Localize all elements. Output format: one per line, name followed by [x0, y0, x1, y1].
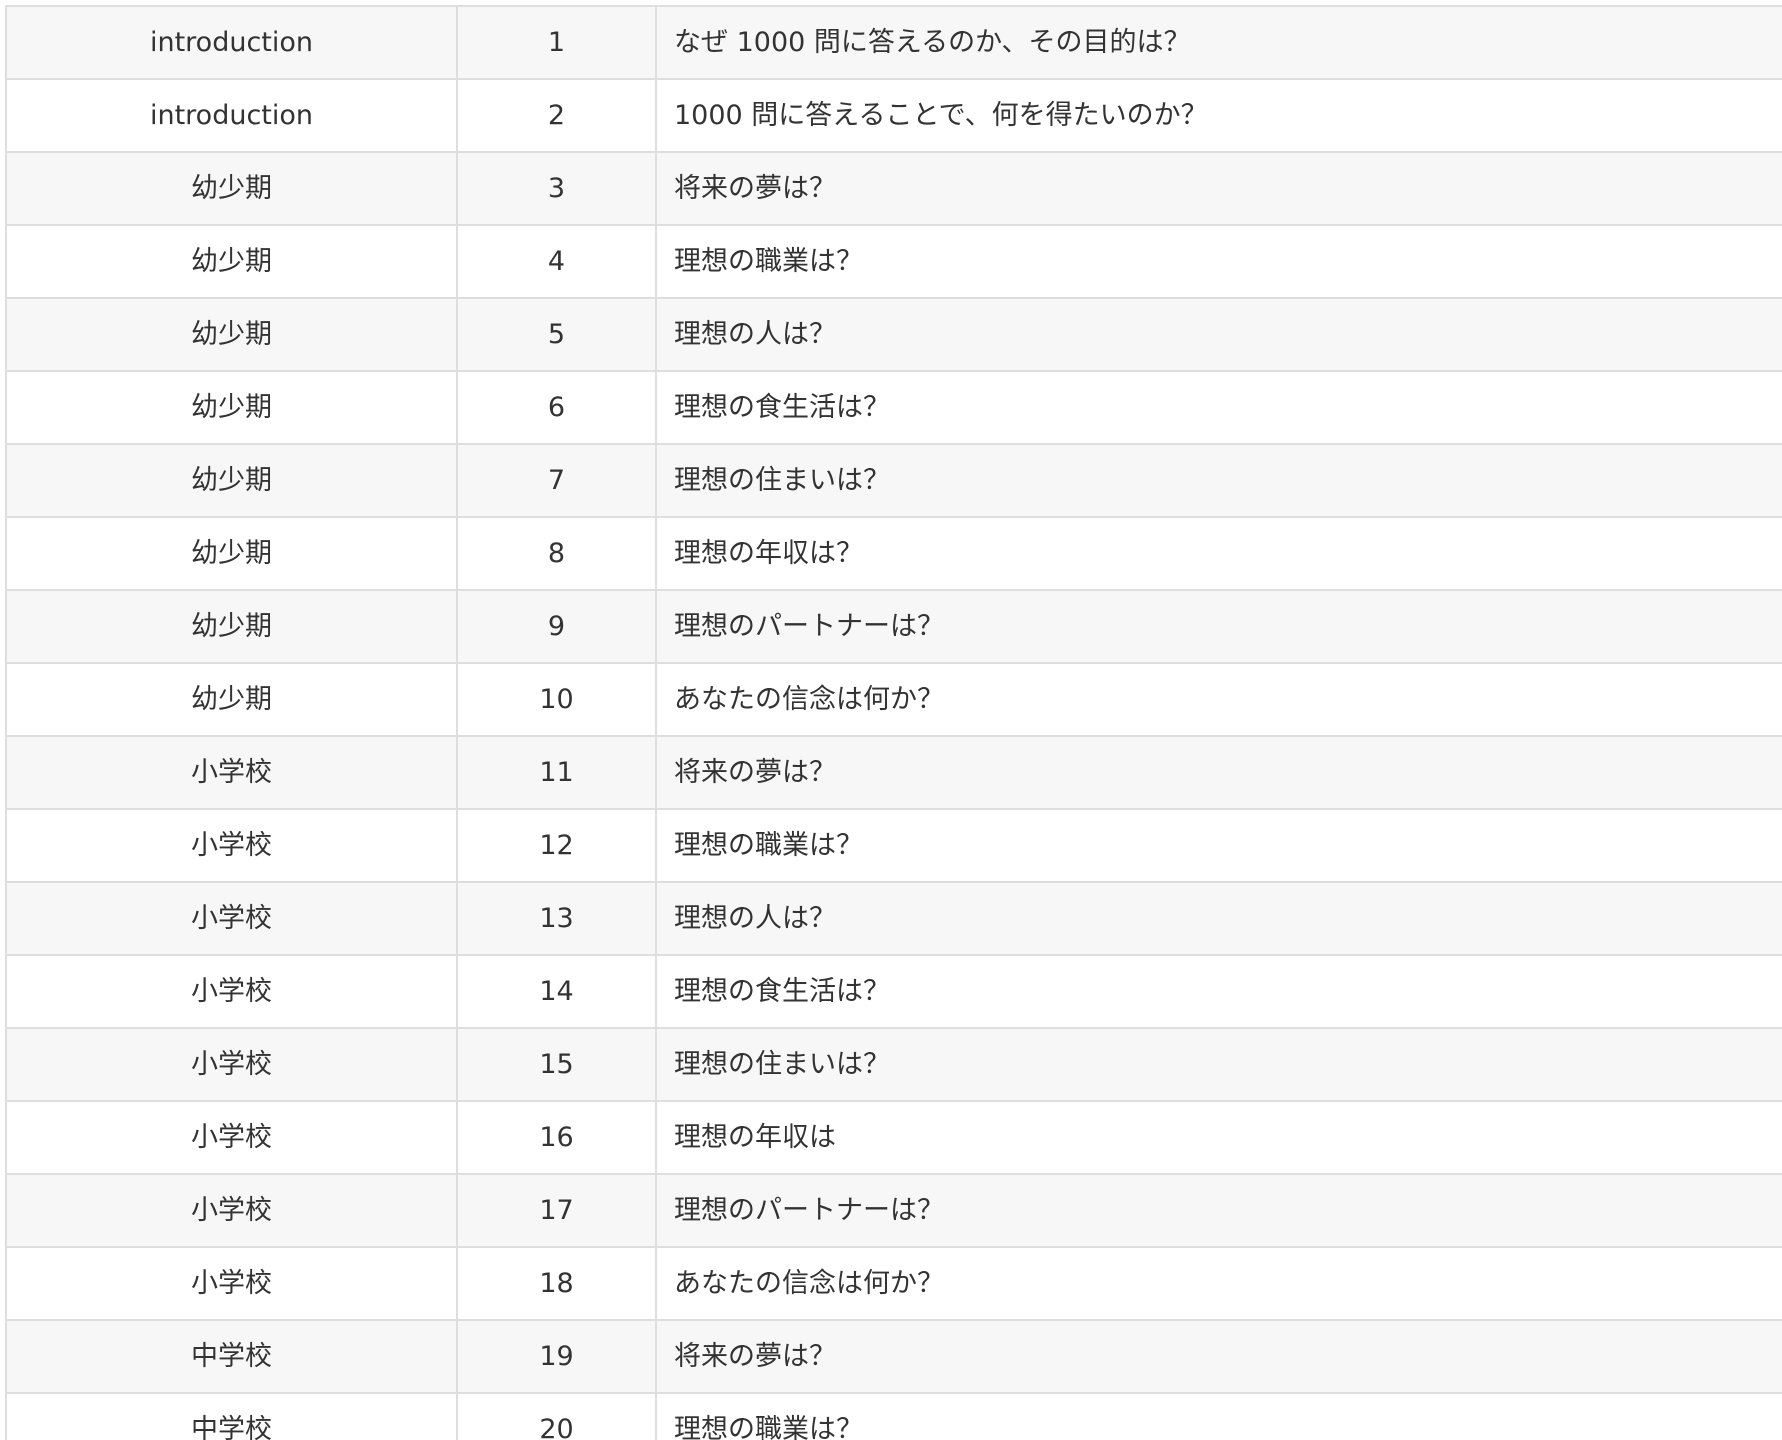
question-cell: 理想の職業は？ [655, 224, 1782, 299]
number-cell: 17 [456, 1173, 657, 1248]
table-row: 小学校 14 理想の食生活は？ [5, 954, 1782, 1029]
number-cell: 8 [456, 516, 657, 591]
question-cell: あなたの信念は何か？ [655, 662, 1782, 737]
number-cell: 2 [456, 78, 657, 153]
question-cell: なぜ 1000 問に答えるのか、その目的は？ [655, 5, 1782, 80]
category-cell: 小学校 [5, 1246, 458, 1321]
category-cell: 中学校 [5, 1319, 458, 1394]
question-cell: 将来の夢は？ [655, 151, 1782, 226]
number-cell: 15 [456, 1027, 657, 1102]
number-cell: 11 [456, 735, 657, 810]
table-row: 中学校 19 将来の夢は？ [5, 1319, 1782, 1394]
category-cell: 幼少期 [5, 151, 458, 226]
category-cell: 小学校 [5, 1173, 458, 1248]
question-cell: 理想の人は？ [655, 881, 1782, 956]
table-row: 幼少期 7 理想の住まいは？ [5, 443, 1782, 518]
category-cell: introduction [5, 78, 458, 153]
number-cell: 5 [456, 297, 657, 372]
table-row: 小学校 16 理想の年収は [5, 1100, 1782, 1175]
table-row: 小学校 18 あなたの信念は何か？ [5, 1246, 1782, 1321]
number-cell: 7 [456, 443, 657, 518]
table-row: 幼少期 8 理想の年収は？ [5, 516, 1782, 591]
number-cell: 9 [456, 589, 657, 664]
question-cell: 将来の夢は？ [655, 735, 1782, 810]
question-table: introduction 1 なぜ 1000 問に答えるのか、その目的は？ in… [5, 5, 1782, 1440]
number-cell: 10 [456, 662, 657, 737]
category-cell: 小学校 [5, 808, 458, 883]
number-cell: 14 [456, 954, 657, 1029]
question-cell: 将来の夢は？ [655, 1319, 1782, 1394]
table-row: 幼少期 6 理想の食生活は？ [5, 370, 1782, 445]
category-cell: 中学校 [5, 1392, 458, 1440]
table-row: introduction 2 1000 問に答えることで、何を得たいのか？ [5, 78, 1782, 153]
category-cell: 小学校 [5, 735, 458, 810]
category-cell: 幼少期 [5, 589, 458, 664]
number-cell: 3 [456, 151, 657, 226]
number-cell: 6 [456, 370, 657, 445]
number-cell: 1 [456, 5, 657, 80]
number-cell: 12 [456, 808, 657, 883]
category-cell: 小学校 [5, 1027, 458, 1102]
number-cell: 16 [456, 1100, 657, 1175]
table-row: 幼少期 4 理想の職業は？ [5, 224, 1782, 299]
number-cell: 4 [456, 224, 657, 299]
number-cell: 13 [456, 881, 657, 956]
table-row: 小学校 17 理想のパートナーは？ [5, 1173, 1782, 1248]
category-cell: 小学校 [5, 881, 458, 956]
page: introduction 1 なぜ 1000 問に答えるのか、その目的は？ in… [0, 0, 1782, 1440]
number-cell: 18 [456, 1246, 657, 1321]
question-cell: 理想のパートナーは？ [655, 589, 1782, 664]
question-cell: 理想の職業は？ [655, 808, 1782, 883]
question-cell: 理想の食生活は？ [655, 370, 1782, 445]
question-cell: 理想の年収は [655, 1100, 1782, 1175]
category-cell: 幼少期 [5, 443, 458, 518]
table-row: 小学校 13 理想の人は？ [5, 881, 1782, 956]
table-row: 小学校 12 理想の職業は？ [5, 808, 1782, 883]
category-cell: 幼少期 [5, 297, 458, 372]
category-cell: 幼少期 [5, 662, 458, 737]
category-cell: 幼少期 [5, 370, 458, 445]
category-cell: 幼少期 [5, 224, 458, 299]
table-row: 幼少期 5 理想の人は？ [5, 297, 1782, 372]
table-row: 幼少期 3 将来の夢は？ [5, 151, 1782, 226]
category-cell: introduction [5, 5, 458, 80]
question-cell: あなたの信念は何か？ [655, 1246, 1782, 1321]
question-cell: 理想の住まいは？ [655, 443, 1782, 518]
category-cell: 小学校 [5, 1100, 458, 1175]
table-row: 中学校 20 理想の職業は？ [5, 1392, 1782, 1440]
table-row: 小学校 15 理想の住まいは？ [5, 1027, 1782, 1102]
question-cell: 理想の人は？ [655, 297, 1782, 372]
question-cell: 理想のパートナーは？ [655, 1173, 1782, 1248]
category-cell: 小学校 [5, 954, 458, 1029]
number-cell: 19 [456, 1319, 657, 1394]
question-cell: 理想の職業は？ [655, 1392, 1782, 1440]
question-cell: 1000 問に答えることで、何を得たいのか？ [655, 78, 1782, 153]
table-row: introduction 1 なぜ 1000 問に答えるのか、その目的は？ [5, 5, 1782, 80]
table-row: 幼少期 10 あなたの信念は何か？ [5, 662, 1782, 737]
question-cell: 理想の年収は？ [655, 516, 1782, 591]
number-cell: 20 [456, 1392, 657, 1440]
table-row: 小学校 11 将来の夢は？ [5, 735, 1782, 810]
question-cell: 理想の住まいは？ [655, 1027, 1782, 1102]
question-cell: 理想の食生活は？ [655, 954, 1782, 1029]
table-row: 幼少期 9 理想のパートナーは？ [5, 589, 1782, 664]
category-cell: 幼少期 [5, 516, 458, 591]
